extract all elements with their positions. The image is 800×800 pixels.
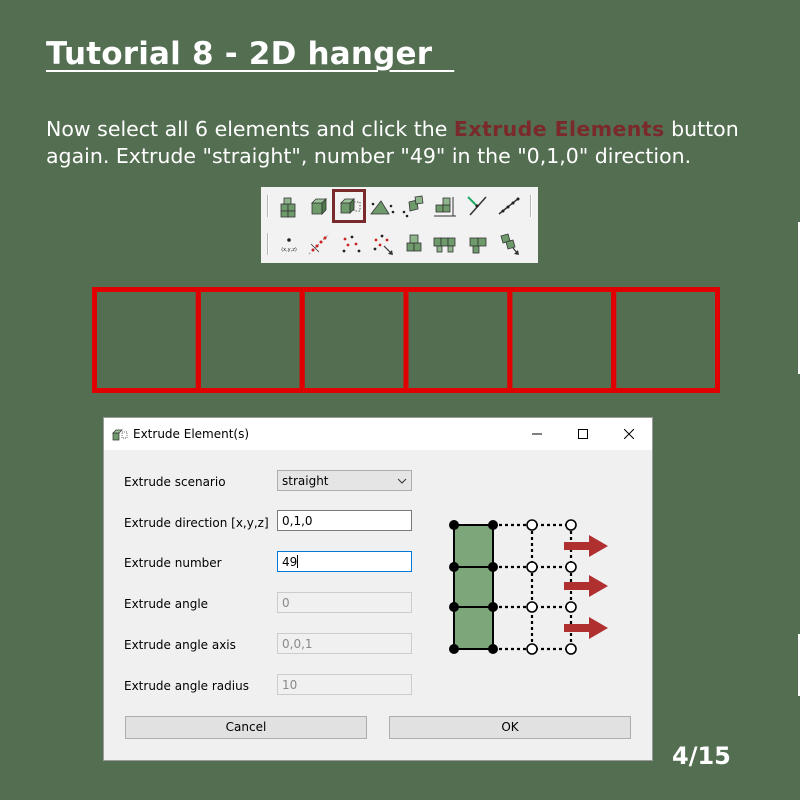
extrude-angle-radius-input[interactable]: 10	[277, 674, 412, 695]
extrude-scenario-select[interactable]: straight	[277, 470, 412, 491]
sweep-icon[interactable]	[431, 192, 459, 220]
slide-title: Tutorial 8 - 2D hanger	[46, 36, 455, 72]
extrude-angle-label: Extrude angle	[124, 597, 209, 611]
instruction-highlight: Extrude Elements	[453, 117, 665, 141]
toolbar-row-2: (x,y,z)	[261, 225, 538, 263]
extrude-angle-axis-input[interactable]: 0,0,1	[277, 633, 412, 654]
move-nodes-icon[interactable]	[369, 230, 397, 258]
extrude-cube-icon[interactable]	[305, 192, 333, 220]
merge-elements-icon[interactable]	[431, 230, 459, 258]
toolbar: (x,y,z)	[261, 187, 538, 263]
toolbar-row-1	[261, 187, 538, 225]
scatter-nodes-icon[interactable]	[337, 230, 365, 258]
extrude-angle-axis-label: Extrude angle axis	[124, 638, 236, 652]
toolbar-grip	[267, 195, 269, 217]
extrude-direction-input[interactable]: 0,1,0	[277, 510, 412, 531]
mirror-icon[interactable]	[463, 192, 491, 220]
split-elements-icon[interactable]	[401, 230, 429, 258]
element-2[interactable]	[195, 287, 305, 393]
text-caret	[297, 555, 299, 568]
node-coords-icon[interactable]: (x,y,z)	[275, 230, 303, 258]
instruction-before: Now select all 6 elements and click the	[46, 117, 454, 141]
extrude-app-icon	[112, 427, 128, 441]
copy-nodes-icon[interactable]	[399, 192, 427, 220]
element-6[interactable]	[611, 287, 720, 393]
dialog-titlebar[interactable]: Extrude Element(s)	[104, 418, 652, 450]
dialog-title: Extrude Element(s)	[133, 427, 250, 441]
revolve-icon[interactable]	[367, 192, 395, 220]
extrude-number-input[interactable]: 49	[277, 551, 412, 572]
rotate-elements-icon[interactable]	[465, 230, 493, 258]
element-3[interactable]	[299, 287, 409, 393]
element-5[interactable]	[507, 287, 617, 393]
extrude-direction-label: Extrude direction [x,y,z]	[124, 516, 269, 530]
close-button[interactable]	[606, 418, 652, 450]
minimize-button[interactable]	[514, 418, 560, 450]
cancel-button[interactable]: Cancel	[125, 716, 367, 739]
extrude-number-value: 49	[282, 555, 298, 569]
selected-elements	[92, 287, 720, 393]
element-1[interactable]	[92, 287, 201, 393]
page-indicator: 4/15	[672, 742, 731, 770]
extrude-elements-icon[interactable]	[332, 189, 366, 223]
extrude-angle-input[interactable]: 0	[277, 592, 412, 613]
extrude-scenario-value: straight	[282, 474, 329, 488]
extrude-diagram	[442, 515, 622, 660]
extrude-nodes-icon[interactable]	[275, 192, 303, 220]
extrude-angle-radius-label: Extrude angle radius	[124, 679, 249, 693]
extrude-scenario-label: Extrude scenario	[124, 475, 226, 489]
extrude-diagram-svg	[449, 519, 608, 655]
extrude-number-label: Extrude number	[124, 556, 222, 570]
maximize-button[interactable]	[560, 418, 606, 450]
element-4[interactable]	[403, 287, 513, 393]
nodes-along-line-icon[interactable]	[305, 230, 333, 258]
toolbar-grip	[530, 195, 532, 217]
instruction-text: Now select all 6 elements and click the …	[46, 116, 746, 170]
chevron-down-icon	[397, 475, 407, 489]
svg-text:(x,y,z): (x,y,z)	[281, 247, 297, 253]
toolbar-grip	[267, 233, 269, 255]
elements-row	[92, 287, 720, 393]
divide-line-icon[interactable]	[495, 192, 523, 220]
extrude-dialog: Extrude Element(s) Extrude scenario stra…	[103, 417, 653, 761]
ok-button[interactable]: OK	[389, 716, 631, 739]
drag-elements-icon[interactable]	[495, 230, 523, 258]
